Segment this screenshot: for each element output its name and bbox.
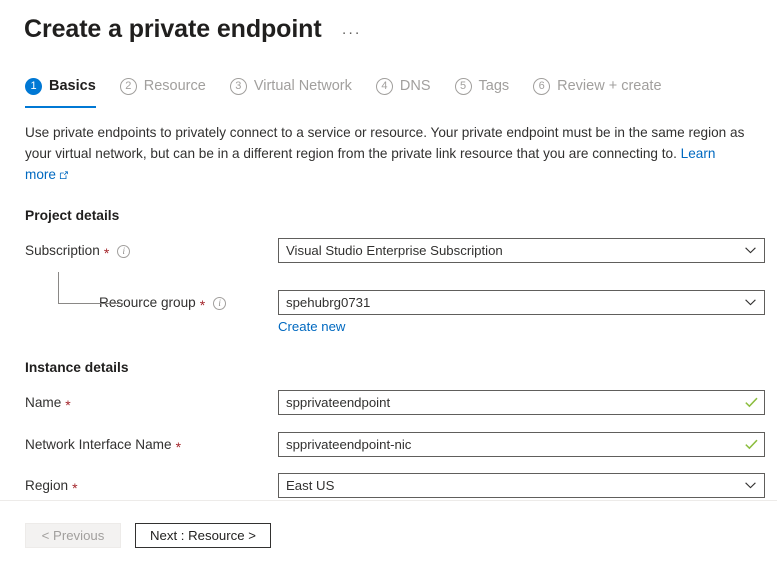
network-interface-name-required-asterisk: * bbox=[176, 442, 181, 452]
field-resource-group: Resource group * i spehubrg0731 Create n… bbox=[25, 272, 777, 316]
name-label-group: Name * bbox=[25, 390, 71, 412]
network-interface-name-value: spprivateendpoint-nic bbox=[286, 433, 738, 456]
tab-review-create-label: Review + create bbox=[557, 78, 661, 94]
wizard-step-tabs: 1 Basics 2 Resource 3 Virtual Network 4 … bbox=[0, 71, 777, 103]
page-description: Use private endpoints to privately conne… bbox=[25, 122, 747, 186]
field-subscription: Subscription * i Visual Studio Enterpris… bbox=[25, 238, 777, 265]
network-interface-name-label-group: Network Interface Name * bbox=[25, 432, 181, 454]
tab-resource-label: Resource bbox=[144, 78, 206, 94]
tab-tags-label: Tags bbox=[479, 78, 510, 94]
name-input[interactable]: spprivateendpoint bbox=[278, 390, 765, 415]
tab-virtual-network-label: Virtual Network bbox=[254, 78, 352, 94]
more-options-icon[interactable]: ··· bbox=[338, 27, 366, 39]
resource-group-info-icon[interactable]: i bbox=[213, 297, 226, 310]
network-interface-name-control: spprivateendpoint-nic bbox=[278, 432, 765, 457]
resource-group-value: spehubrg0731 bbox=[286, 291, 736, 314]
region-dropdown[interactable]: East US bbox=[278, 473, 765, 498]
resource-group-dropdown[interactable]: spehubrg0731 bbox=[278, 290, 765, 315]
create-new-resource-group-link[interactable]: Create new bbox=[278, 319, 345, 334]
name-value: spprivateendpoint bbox=[286, 391, 738, 414]
chevron-down-icon bbox=[736, 299, 764, 306]
field-network-interface-name: Network Interface Name * spprivateendpoi… bbox=[25, 432, 777, 459]
previous-button[interactable]: < Previous bbox=[25, 523, 121, 548]
footer-divider bbox=[0, 500, 777, 501]
tab-review-create[interactable]: 6 Review + create bbox=[533, 70, 661, 103]
chevron-down-icon bbox=[736, 482, 764, 489]
page-title: Create a private endpoint bbox=[24, 14, 322, 44]
region-control: East US bbox=[278, 473, 765, 498]
tab-dns-number: 4 bbox=[376, 78, 393, 95]
region-value: East US bbox=[286, 474, 736, 497]
page-header: Create a private endpoint ··· bbox=[0, 0, 777, 44]
valid-check-icon bbox=[738, 439, 764, 450]
subscription-required-asterisk: * bbox=[104, 248, 109, 258]
subscription-label-group: Subscription * i bbox=[25, 238, 130, 260]
next-resource-button[interactable]: Next : Resource > bbox=[135, 523, 271, 548]
page-description-text: Use private endpoints to privately conne… bbox=[25, 125, 744, 161]
tab-dns-label: DNS bbox=[400, 78, 431, 94]
subscription-info-icon[interactable]: i bbox=[117, 245, 130, 258]
region-required-asterisk: * bbox=[72, 483, 77, 493]
name-control: spprivateendpoint bbox=[278, 390, 765, 415]
subscription-control: Visual Studio Enterprise Subscription bbox=[278, 238, 765, 263]
network-interface-name-input[interactable]: spprivateendpoint-nic bbox=[278, 432, 765, 457]
wizard-footer: < Previous Next : Resource > bbox=[25, 523, 271, 548]
resource-group-required-asterisk: * bbox=[200, 300, 205, 310]
tab-review-create-number: 6 bbox=[533, 78, 550, 95]
region-label: Region bbox=[25, 477, 68, 495]
instance-details-heading: Instance details bbox=[25, 360, 777, 375]
resource-group-control: spehubrg0731 Create new bbox=[278, 290, 765, 336]
external-link-icon bbox=[59, 165, 68, 186]
chevron-down-icon bbox=[736, 247, 764, 254]
project-details-heading: Project details bbox=[25, 208, 777, 223]
tab-dns[interactable]: 4 DNS bbox=[376, 70, 431, 103]
subscription-label: Subscription bbox=[25, 242, 100, 260]
tab-basics-label: Basics bbox=[49, 78, 96, 94]
network-interface-name-label: Network Interface Name bbox=[25, 436, 172, 454]
subscription-value: Visual Studio Enterprise Subscription bbox=[286, 239, 736, 262]
tab-virtual-network-number: 3 bbox=[230, 78, 247, 95]
field-region: Region * East US bbox=[25, 473, 777, 500]
tab-basics[interactable]: 1 Basics bbox=[25, 70, 96, 103]
valid-check-icon bbox=[738, 397, 764, 408]
region-label-group: Region * bbox=[25, 473, 78, 495]
name-required-asterisk: * bbox=[65, 400, 70, 410]
tab-tags[interactable]: 5 Tags bbox=[455, 70, 510, 103]
field-name: Name * spprivateendpoint bbox=[25, 390, 777, 417]
name-label: Name bbox=[25, 394, 61, 412]
tab-basics-number: 1 bbox=[25, 78, 42, 95]
resource-group-label-group: Resource group * i bbox=[99, 272, 226, 312]
tab-virtual-network[interactable]: 3 Virtual Network bbox=[230, 70, 352, 103]
tab-resource[interactable]: 2 Resource bbox=[120, 70, 206, 103]
tab-tags-number: 5 bbox=[455, 78, 472, 95]
tab-resource-number: 2 bbox=[120, 78, 137, 95]
subscription-dropdown[interactable]: Visual Studio Enterprise Subscription bbox=[278, 238, 765, 263]
resource-group-label: Resource group bbox=[99, 294, 196, 312]
